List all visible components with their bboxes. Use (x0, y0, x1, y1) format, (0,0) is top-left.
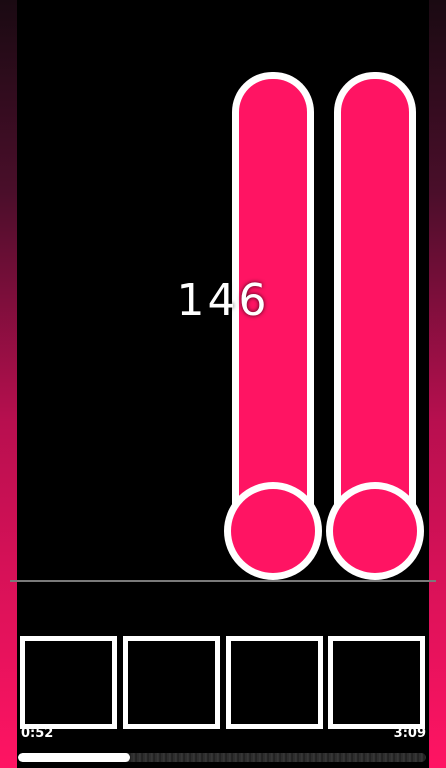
lane-key-2[interactable] (123, 636, 220, 729)
lane-key-4[interactable] (328, 636, 425, 729)
song-progress-bar[interactable] (18, 753, 426, 762)
song-progress-fill (18, 753, 131, 762)
time-elapsed: 0:52 (21, 726, 54, 741)
right-edge-gradient (429, 0, 446, 768)
lane-key-3[interactable] (226, 636, 323, 729)
hold-note-head-lane-4 (326, 482, 424, 580)
game-stage: 146 0:52 3:09 (0, 0, 446, 768)
left-edge-gradient (0, 0, 17, 768)
time-total: 3:09 (393, 726, 426, 741)
lane-key-1[interactable] (20, 636, 117, 729)
score-counter: 146 (176, 275, 270, 326)
hold-note-head-lane-3 (224, 482, 322, 580)
judgement-line (10, 580, 436, 582)
